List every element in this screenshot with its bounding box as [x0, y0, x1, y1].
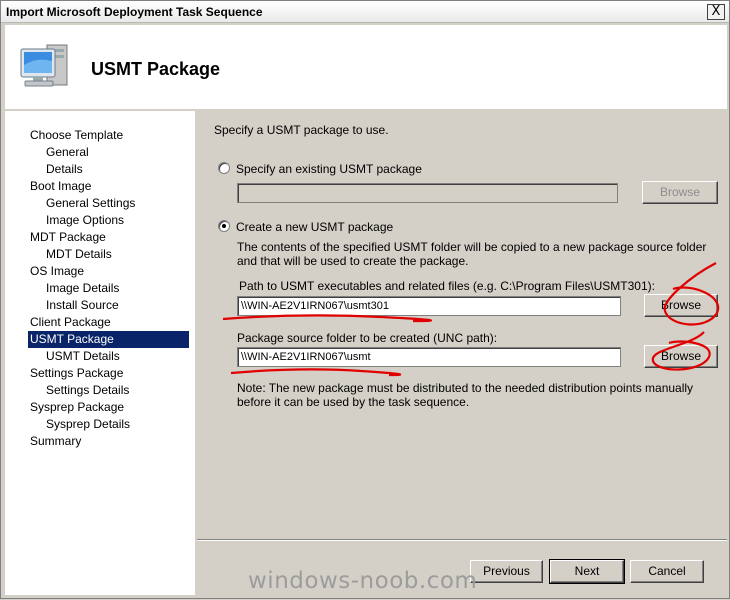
- usmt-path-browse-button[interactable]: Browse: [644, 294, 718, 317]
- step-client-package[interactable]: Client Package: [30, 314, 111, 331]
- footer-divider: [197, 539, 727, 541]
- cancel-button[interactable]: Cancel: [630, 560, 704, 583]
- existing-package-radio[interactable]: [218, 162, 230, 174]
- step-details[interactable]: Details: [30, 161, 83, 178]
- step-os-image[interactable]: OS Image: [30, 263, 84, 280]
- step-general[interactable]: General: [30, 144, 89, 161]
- step-settings-details[interactable]: Settings Details: [30, 382, 129, 399]
- existing-package-field[interactable]: [237, 183, 618, 203]
- wizard-steps: Choose Template General Details Boot Ima…: [5, 111, 195, 595]
- description-text: The contents of the specified USMT folde…: [237, 240, 707, 268]
- source-folder-input[interactable]: \\WIN-AE2V1IRN067\usmt: [237, 347, 621, 367]
- step-settings-package[interactable]: Settings Package: [30, 365, 123, 382]
- existing-package-label[interactable]: Specify an existing USMT package: [236, 162, 422, 176]
- step-usmt-details[interactable]: USMT Details: [30, 348, 120, 365]
- computer-icon: [20, 44, 68, 87]
- step-image-details[interactable]: Image Details: [30, 280, 119, 297]
- radio-selected-dot: [222, 224, 226, 228]
- wizard-header: USMT Package: [5, 25, 727, 109]
- window-title: Import Microsoft Deployment Task Sequenc…: [6, 5, 263, 19]
- step-image-options[interactable]: Image Options: [30, 212, 124, 229]
- step-summary[interactable]: Summary: [30, 433, 81, 450]
- note-text: Note: The new package must be distribute…: [237, 381, 694, 409]
- step-mdt-details[interactable]: MDT Details: [30, 246, 112, 263]
- usmt-path-label: Path to USMT executables and related fil…: [239, 279, 655, 293]
- close-button[interactable]: X: [707, 4, 725, 20]
- step-usmt-package[interactable]: USMT Package: [28, 331, 189, 348]
- step-choose-template[interactable]: Choose Template: [30, 127, 123, 144]
- watermark: windows-noob.com: [248, 568, 478, 594]
- new-package-label[interactable]: Create a new USMT package: [236, 220, 393, 234]
- step-sysprep-details[interactable]: Sysprep Details: [30, 416, 130, 433]
- content-panel: Specify a USMT package to use. Specify a…: [197, 111, 727, 595]
- source-folder-browse-button[interactable]: Browse: [644, 345, 718, 368]
- title-bar: Import Microsoft Deployment Task Sequenc…: [1, 1, 729, 23]
- previous-button[interactable]: Previous: [470, 560, 543, 583]
- page-title: USMT Package: [91, 59, 221, 79]
- new-package-radio[interactable]: [218, 220, 230, 232]
- source-folder-label: Package source folder to be created (UNC…: [237, 331, 498, 345]
- existing-browse-button[interactable]: Browse: [642, 181, 718, 204]
- step-general-settings[interactable]: General Settings: [30, 195, 135, 212]
- step-boot-image[interactable]: Boot Image: [30, 178, 91, 195]
- step-sysprep-package[interactable]: Sysprep Package: [30, 399, 124, 416]
- usmt-path-input[interactable]: \\WIN-AE2V1IRN067\usmt301: [237, 296, 621, 316]
- step-install-source[interactable]: Install Source: [30, 297, 119, 314]
- intro-text: Specify a USMT package to use.: [214, 123, 389, 137]
- wizard-window: Import Microsoft Deployment Task Sequenc…: [0, 0, 730, 599]
- next-button[interactable]: Next: [549, 559, 625, 584]
- step-mdt-package[interactable]: MDT Package: [30, 229, 106, 246]
